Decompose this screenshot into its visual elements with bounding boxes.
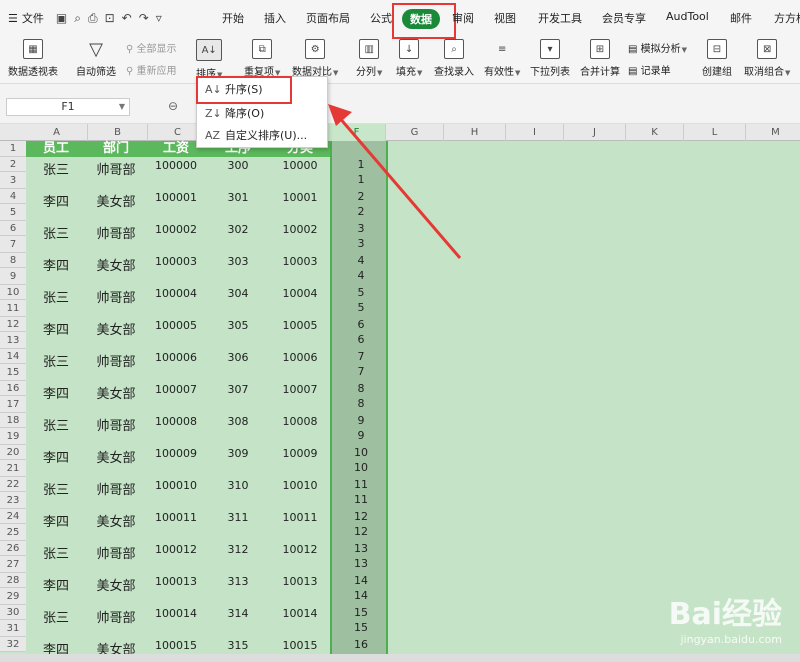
tab-3[interactable]: 公式: [370, 10, 392, 26]
tab-6[interactable]: 视图: [494, 10, 516, 26]
tab-5[interactable]: 审阅: [452, 10, 474, 26]
tab-0[interactable]: 开始: [222, 10, 244, 26]
tab-8[interactable]: 会员专享: [602, 10, 646, 26]
pointer-arrow: [328, 104, 462, 259]
tab-10[interactable]: 邮件: [730, 10, 752, 26]
tab-7[interactable]: 开发工具: [538, 10, 582, 26]
sheet-tab-bar[interactable]: [0, 654, 800, 662]
baidu-watermark: Bai经验 jingyan.baidu.com: [668, 597, 782, 646]
tab-1[interactable]: 插入: [264, 10, 286, 26]
tab-4[interactable]: 数据: [402, 9, 440, 29]
tab-11[interactable]: 方方格: [774, 10, 800, 26]
tab-9[interactable]: AudTool: [666, 10, 709, 23]
tab-2[interactable]: 页面布局: [306, 10, 350, 26]
spreadsheet-app: ☰ 文件 ▣ ⌕ ⎙ ⊡ ↶ ↷ ▿ ▦ 数据透视表 ▽ 自动筛选 ⚲ 全部显示…: [0, 0, 800, 662]
